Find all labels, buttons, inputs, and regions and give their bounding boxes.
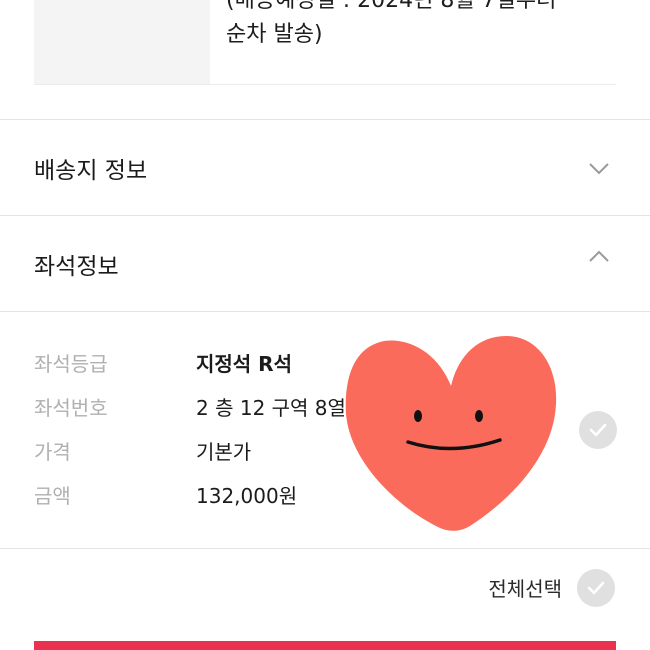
seat-details: 좌석등급 지정석 R석 좌석번호 2 층 12 구역 8열 가격 기본가 금액 … [34, 340, 364, 516]
seat-number-value: 2 층 12 구역 8열 [196, 396, 346, 420]
heart-sticker [340, 332, 562, 536]
select-all-checkbox[interactable] [577, 569, 615, 607]
seat-info-title: 좌석정보 [34, 253, 119, 280]
amount-value: 132,000원 [196, 484, 298, 508]
shipping-note-line1: (배송예정일 : 2024년 8월 7일부터 [226, 0, 557, 13]
select-all-label[interactable]: 전체선택 [488, 573, 562, 602]
delivery-info-title: 배송지 정보 [34, 157, 148, 184]
check-icon [589, 423, 607, 437]
shipping-note-line2: 순차 발송) [226, 22, 323, 47]
seat-info-header[interactable]: 좌석정보 [0, 216, 650, 311]
check-icon [587, 581, 605, 595]
ticket-order-page: (배송예정일 : 2024년 8월 7일부터 순차 발송) 배송지 정보 좌석정… [0, 0, 650, 650]
shipping-note: (배송예정일 : 2024년 8월 7일부터 순차 발송) [226, 0, 626, 52]
heart-face-icon [345, 336, 557, 531]
payment-button[interactable] [34, 641, 616, 650]
price-type-value: 기본가 [196, 440, 252, 464]
seat-grade-value: 지정석 R석 [196, 352, 292, 376]
section-divider [0, 311, 650, 312]
seat-grade-row: 좌석등급 지정석 R석 [34, 340, 364, 384]
seat-number-row: 좌석번호 2 층 12 구역 8열 [34, 384, 364, 428]
product-thumbnail [34, 0, 210, 84]
divider [34, 84, 616, 85]
chevron-up-icon [589, 250, 609, 262]
chevron-down-icon [589, 162, 609, 174]
price-type-label: 가격 [34, 440, 71, 464]
delivery-info-header[interactable]: 배송지 정보 [0, 120, 650, 215]
seat-number-label: 좌석번호 [34, 396, 108, 420]
seat-select-checkbox[interactable] [579, 411, 617, 449]
seat-grade-label: 좌석등급 [34, 352, 108, 376]
section-divider [0, 548, 650, 549]
amount-row: 금액 132,000원 [34, 472, 364, 516]
price-type-row: 가격 기본가 [34, 428, 364, 472]
product-summary: (배송예정일 : 2024년 8월 7일부터 순차 발송) [0, 0, 650, 120]
amount-label: 금액 [34, 484, 71, 508]
